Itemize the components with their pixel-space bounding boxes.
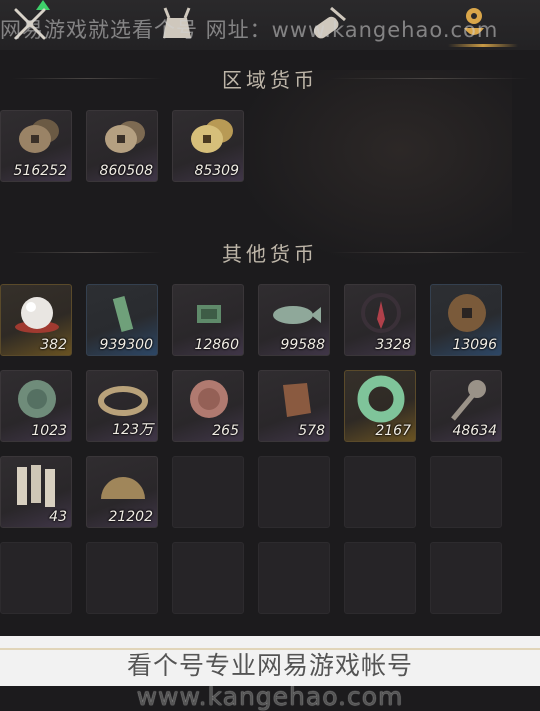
currency-slot[interactable]: 85309 (172, 110, 244, 182)
coin-stack-b-icon (105, 121, 145, 153)
crimson-pendant-icon (361, 293, 401, 333)
currency-slot[interactable]: 48634 (430, 370, 502, 442)
empty-slot (430, 456, 502, 528)
item-quantity: 12860 (194, 337, 239, 353)
item-quantity: 43 (49, 509, 67, 525)
currency-slot[interactable]: 43 (0, 456, 72, 528)
item-quantity: 21202 (108, 509, 153, 525)
item-quantity: 99588 (280, 337, 325, 353)
currency-slot[interactable]: 21202 (86, 456, 158, 528)
jade-fish-icon (273, 306, 321, 324)
item-quantity: 578 (298, 423, 325, 439)
item-quantity: 85309 (194, 163, 239, 179)
item-quantity: 516252 (13, 163, 67, 179)
empty-slot (430, 542, 502, 614)
currency-slot[interactable]: 939300 (86, 284, 158, 356)
item-quantity: 3328 (375, 337, 411, 353)
empty-slot (86, 542, 158, 614)
coin-stack-c-icon (191, 119, 233, 153)
jade-tablet-icon (197, 305, 221, 323)
item-quantity: 860508 (99, 163, 153, 179)
red-medallion-icon (190, 380, 228, 418)
item-quantity: 2167 (375, 423, 411, 439)
currency-slot[interactable]: 1023 (0, 370, 72, 442)
empty-slot (258, 456, 330, 528)
currency-slot[interactable]: 265 (172, 370, 244, 442)
half-coin-icon (101, 477, 145, 499)
empty-slot (344, 542, 416, 614)
spade-coin-icon (451, 380, 486, 421)
empty-slot (172, 456, 244, 528)
empty-slot (344, 456, 416, 528)
currency-slot[interactable]: 13096 (430, 284, 502, 356)
coin-string-icon (98, 386, 148, 416)
item-quantity: 939300 (99, 337, 153, 353)
item-quantity: 265 (212, 423, 239, 439)
item-quantity: 1023 (31, 423, 67, 439)
empty-slot (172, 542, 244, 614)
item-quantity: 382 (40, 337, 67, 353)
active-tab-underline (448, 44, 518, 47)
pearl-icon (15, 297, 59, 333)
currency-slot[interactable]: 3328 (344, 284, 416, 356)
green-medallion-icon (18, 380, 56, 418)
section-title-regional: 区域货币 (222, 68, 318, 92)
empty-slot (258, 542, 330, 614)
currency-slot[interactable]: 99588 (258, 284, 330, 356)
top-watermark: 网易游戏就选看个号 网址：www.kangehao.com (0, 18, 499, 42)
item-quantity: 13096 (452, 337, 497, 353)
currency-slot[interactable]: 12860 (172, 284, 244, 356)
currency-slot[interactable]: 382 (0, 284, 72, 356)
currency-slot[interactable]: 860508 (86, 110, 158, 182)
section-title-other: 其他货币 (222, 242, 318, 266)
currency-slot[interactable]: 123万 (86, 370, 158, 442)
currency-slot[interactable]: 578 (258, 370, 330, 442)
bronze-plate-icon (283, 383, 311, 417)
item-quantity: 123万 (112, 422, 153, 438)
item-quantity: 48634 (452, 423, 497, 439)
currency-slot[interactable]: 2167 (344, 370, 416, 442)
coin-stack-a-icon (19, 119, 59, 153)
empty-slot (0, 542, 72, 614)
jade-token-icon (112, 296, 134, 332)
footer-watermark: 看个号专业网易游戏帐号 www.kangehao.com (126, 651, 413, 711)
jade-ring-icon (357, 375, 405, 423)
currency-slot[interactable]: 516252 (0, 110, 72, 182)
bamboo-slips-icon (17, 465, 55, 507)
bronze-coin-icon (448, 294, 486, 332)
